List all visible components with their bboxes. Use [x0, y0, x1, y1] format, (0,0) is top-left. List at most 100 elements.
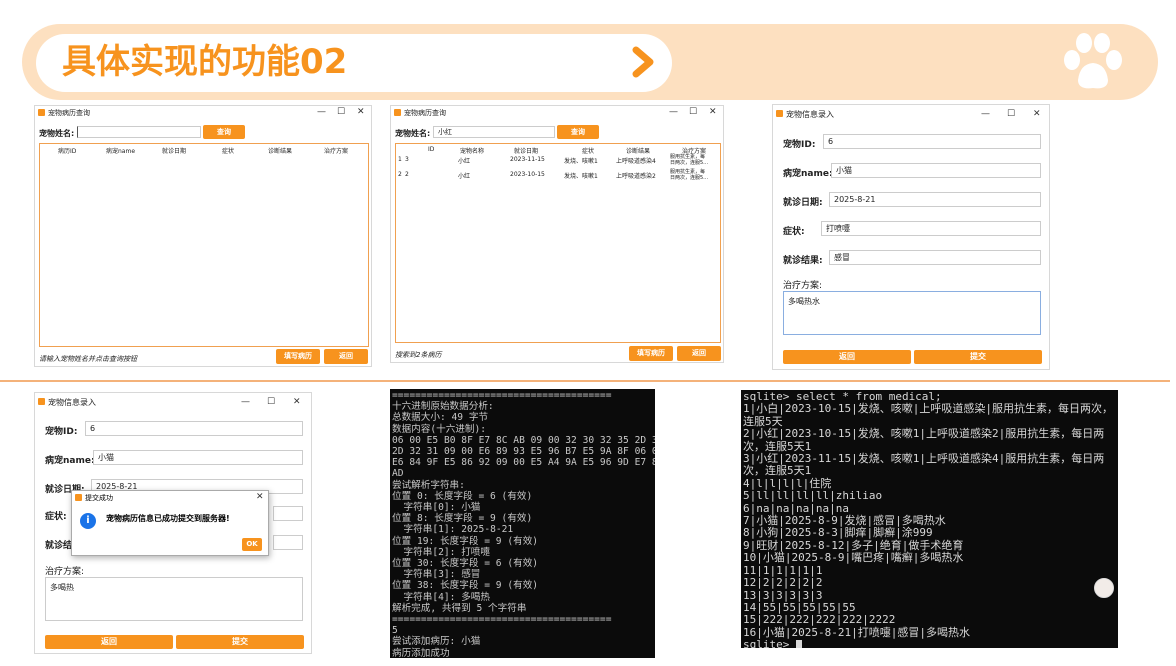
- maximize-button[interactable]: ☐: [337, 106, 345, 119]
- terminal-prompt[interactable]: sqlite>: [743, 638, 1116, 648]
- terminal-line: 病历添加成功: [392, 647, 450, 658]
- ok-button[interactable]: OK: [242, 538, 262, 551]
- terminal-line: 字符串[2]: 打喷嚏: [392, 546, 490, 558]
- record-entry-window: 宠物信息录入 — ☐ ✕ 宠物ID: 6 病宠name: 小猫 就诊日期: 20…: [772, 104, 1050, 370]
- column-header[interactable]: 病历ID: [58, 146, 76, 155]
- table-cell[interactable]: 上呼吸道感染2: [616, 171, 656, 180]
- query-button[interactable]: 查询: [557, 125, 599, 139]
- terminal-line: ======================================: [392, 390, 612, 401]
- pet-name-field[interactable]: 小猫: [831, 163, 1041, 178]
- column-header[interactable]: 就诊日期: [162, 146, 186, 155]
- window-title: 宠物病历查询: [404, 109, 446, 117]
- submit-button[interactable]: 提交: [914, 350, 1042, 364]
- title-bar: 宠物信息录入 — ☐ ✕: [35, 393, 311, 411]
- minimize-button[interactable]: —: [317, 106, 326, 119]
- diagnosis-field[interactable]: [273, 535, 303, 550]
- table-cell[interactable]: 2: [405, 171, 409, 178]
- diagnosis-field[interactable]: 感冒: [829, 250, 1041, 265]
- window-title: 宠物信息录入: [48, 398, 96, 407]
- column-header[interactable]: ID: [428, 146, 434, 153]
- treatment-textarea[interactable]: 多喝热水: [783, 291, 1041, 335]
- dialog-message: 宠物病历信息已成功提交到服务器!: [106, 514, 230, 523]
- query-button[interactable]: 查询: [203, 125, 245, 139]
- terminal-line: 位置 0: 长度字段 = 6 (有效): [392, 490, 533, 502]
- pet-id-field[interactable]: 6: [823, 134, 1041, 149]
- minimize-button[interactable]: —: [241, 396, 250, 409]
- pet-id-field[interactable]: 6: [85, 421, 303, 436]
- terminal-line: ======================================: [392, 614, 612, 626]
- submit-button[interactable]: 提交: [176, 635, 304, 649]
- column-header[interactable]: 诊断结果: [268, 146, 292, 155]
- window-title: 宠物病历查询: [48, 109, 90, 117]
- table-cell[interactable]: 日两次，连服5…: [670, 174, 708, 181]
- status-text: 搜索到2条病历: [395, 351, 442, 359]
- server-log-terminal: ====================================== 十…: [390, 389, 655, 658]
- table-cell[interactable]: 上呼吸道感染4: [616, 156, 656, 165]
- terminal-line: 尝试解析字符串:: [392, 479, 465, 491]
- column-header[interactable]: 治疗方案: [324, 146, 348, 155]
- terminal-line: 字符串[1]: 2025-8-21: [392, 524, 514, 536]
- column-header[interactable]: 宠物名称: [460, 146, 484, 155]
- write-record-button[interactable]: 填写病历: [629, 346, 673, 361]
- minimize-button[interactable]: —: [981, 108, 990, 121]
- search-input[interactable]: [77, 126, 201, 138]
- back-button[interactable]: 返回: [677, 346, 721, 361]
- prompt-text: sqlite>: [743, 638, 796, 648]
- back-button[interactable]: 返回: [45, 635, 173, 649]
- pet-id-label: 宠物ID:: [783, 140, 816, 150]
- window-title: 宠物信息录入: [786, 110, 834, 119]
- maximize-button[interactable]: ☐: [1007, 108, 1015, 121]
- terminal-line: 2|小红|2023-10-15|发烧、咳嗽1|上呼吸道感染2|服用抗生素，每日两…: [743, 427, 1105, 453]
- column-header[interactable]: 诊断结果: [626, 146, 650, 155]
- terminal-line: 解析完成, 共得到 5 个字符串: [392, 602, 527, 614]
- minimize-button[interactable]: —: [669, 106, 678, 119]
- terminal-line: AD: [392, 468, 404, 480]
- table-cell[interactable]: 小红: [458, 156, 470, 165]
- table-cell[interactable]: 日两次，连服5…: [670, 159, 708, 166]
- terminal-line: E6 84 9F E5 86 92 09 00 E5 A4 9A E5 96 9…: [392, 457, 655, 469]
- terminal-line: 字符串[3]: 感冒: [392, 569, 481, 581]
- write-record-button[interactable]: 填写病历: [276, 349, 320, 364]
- table-cell[interactable]: 2023-11-15: [510, 156, 545, 163]
- table-cell[interactable]: 3: [405, 156, 409, 163]
- table-cell[interactable]: 发烧、咳嗽1: [564, 171, 598, 180]
- dialog-title: 提交成功: [85, 494, 113, 502]
- pet-name-field[interactable]: 小猫: [93, 450, 303, 465]
- results-table: 病历ID 病宠name 就诊日期 症状 诊断结果 治疗方案: [39, 143, 369, 347]
- column-header[interactable]: 症状: [222, 146, 234, 155]
- section-divider: [0, 380, 1170, 382]
- search-input[interactable]: 小红: [433, 126, 555, 138]
- avatar[interactable]: [1094, 578, 1114, 598]
- close-button[interactable]: ✕: [1033, 108, 1041, 121]
- treatment-textarea[interactable]: 多喝热: [45, 577, 303, 621]
- terminal-line: 06 00 E5 B0 8F E7 8C AB 09 00 32 30 32 3…: [392, 434, 655, 446]
- table-cell[interactable]: 发烧、咳嗽1: [564, 156, 598, 165]
- close-button[interactable]: ✕: [709, 106, 717, 119]
- symptom-field[interactable]: 打喷嚏: [821, 221, 1041, 236]
- terminal-line: 总数据大小: 49 字节: [392, 412, 489, 424]
- terminal-line: 5|ll|ll|ll|ll|zhiliao: [743, 489, 883, 503]
- terminal-line: 十六进制原始数据分析:: [392, 401, 494, 413]
- terminal-line: 8|小狗|2025-8-3|脚痒|脚癣|涂999: [743, 526, 933, 540]
- maximize-button[interactable]: ☐: [689, 106, 697, 119]
- app-icon: [38, 109, 45, 116]
- close-button[interactable]: ✕: [357, 106, 365, 119]
- title-bar: 宠物信息录入 — ☐ ✕: [773, 105, 1049, 123]
- terminal-line: 16|小猫|2025-8-21|打喷嚏|感冒|多喝热水: [743, 625, 970, 639]
- back-button[interactable]: 返回: [783, 350, 911, 364]
- terminal-line: 位置 38: 长度字段 = 9 (有效): [392, 580, 539, 592]
- table-cell[interactable]: 小红: [458, 171, 470, 180]
- visit-date-field[interactable]: 2025-8-21: [829, 192, 1041, 207]
- terminal-line: 10|小猫|2025-8-9|嘴巴疼|嘴癣|多喝热水: [743, 551, 964, 565]
- maximize-button[interactable]: ☐: [267, 396, 275, 409]
- back-button[interactable]: 返回: [324, 349, 368, 364]
- close-button[interactable]: ✕: [293, 396, 301, 409]
- dialog-close-button[interactable]: ✕: [256, 491, 264, 504]
- column-header[interactable]: 症状: [582, 146, 594, 155]
- terminal-line: 3|小红|2023-11-15|发烧、咳嗽1|上呼吸道感染4|服用抗生素，每日两…: [743, 452, 1105, 478]
- column-header[interactable]: 病宠name: [106, 146, 135, 155]
- table-cell[interactable]: 2023-10-15: [510, 171, 545, 178]
- column-header[interactable]: 就诊日期: [514, 146, 538, 155]
- terminal-line: 位置 8: 长度字段 = 9 (有效): [392, 513, 533, 525]
- symptom-field[interactable]: [273, 506, 303, 521]
